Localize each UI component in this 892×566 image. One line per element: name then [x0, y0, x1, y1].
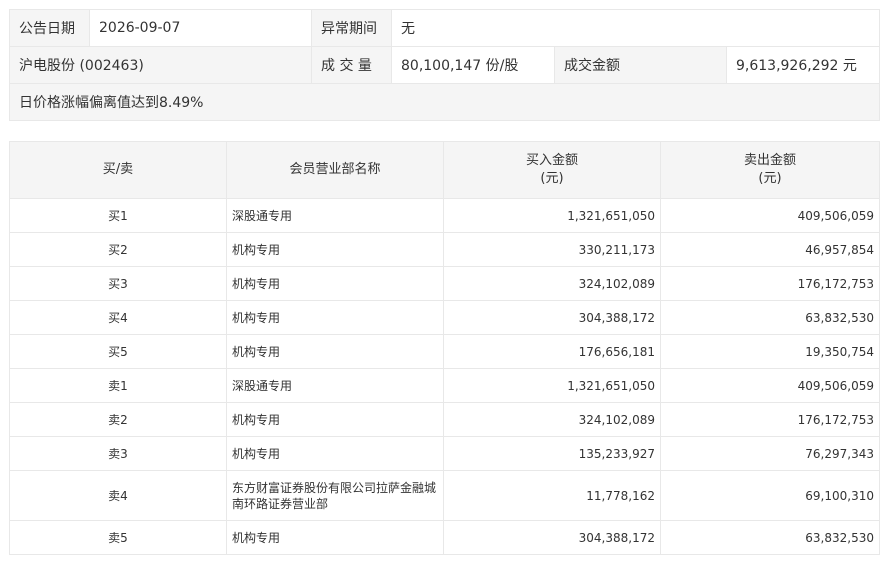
info-row-reason: 日价格涨幅偏离值达到8.49%: [9, 83, 880, 121]
header-buy-unit: (元): [540, 171, 564, 186]
row-buy-amount: 304,388,172: [443, 300, 661, 335]
table-row: 卖5 机构专用 304,388,172 63,832,530: [9, 520, 880, 555]
row-buy-amount: 176,656,181: [443, 334, 661, 369]
row-department: 机构专用: [226, 266, 444, 301]
row-buy-amount: 135,233,927: [443, 436, 661, 471]
page: 公告日期 2026-09-07 异常期间 无 沪电股份 (002463) 成 交…: [0, 0, 892, 566]
header-buy-label: 买入金额: [525, 153, 578, 168]
volume-value: 80,100,147 份/股: [391, 46, 555, 84]
table-row: 买5 机构专用 176,656,181 19,350,754: [9, 334, 880, 369]
abnormal-period-label: 异常期间: [311, 9, 392, 47]
announcement-info-table: 公告日期 2026-09-07 异常期间 无 沪电股份 (002463) 成 交…: [9, 9, 880, 121]
table-row: 买2 机构专用 330,211,173 46,957,854: [9, 232, 880, 267]
row-side: 买3: [9, 266, 227, 301]
row-sell-amount: 409,506,059: [660, 198, 880, 233]
info-row-stock: 沪电股份 (002463) 成 交 量 80,100,147 份/股 成交金额 …: [9, 46, 880, 84]
row-department: 机构专用: [226, 300, 444, 335]
stock-name: 沪电股份 (002463): [9, 46, 312, 84]
header-department: 会员营业部名称: [226, 141, 444, 199]
row-side: 买1: [9, 198, 227, 233]
amount-label: 成交金额: [554, 46, 727, 84]
trading-detail-table: 买/卖 会员营业部名称 买入金额 (元) 卖出金额 (元) 买1 深股通专用 1…: [9, 141, 880, 555]
row-department: 机构专用: [226, 334, 444, 369]
row-department: 机构专用: [226, 520, 444, 555]
header-buy-amount: 买入金额 (元): [443, 141, 661, 199]
listing-reason: 日价格涨幅偏离值达到8.49%: [9, 83, 880, 121]
row-buy-amount: 1,321,651,050: [443, 368, 661, 403]
table-row: 卖1 深股通专用 1,321,651,050 409,506,059: [9, 368, 880, 403]
row-sell-amount: 63,832,530: [660, 300, 880, 335]
row-sell-amount: 409,506,059: [660, 368, 880, 403]
announce-date-label: 公告日期: [9, 9, 90, 47]
row-sell-amount: 63,832,530: [660, 520, 880, 555]
table-row: 买1 深股通专用 1,321,651,050 409,506,059: [9, 198, 880, 233]
table-row: 卖3 机构专用 135,233,927 76,297,343: [9, 436, 880, 471]
table-row: 卖4 东方财富证券股份有限公司拉萨金融城南环路证券营业部 11,778,162 …: [9, 470, 880, 521]
row-department: 机构专用: [226, 232, 444, 267]
header-sell-unit: (元): [758, 171, 782, 186]
row-buy-amount: 324,102,089: [443, 266, 661, 301]
row-buy-amount: 304,388,172: [443, 520, 661, 555]
header-side: 买/卖: [9, 141, 227, 199]
row-buy-amount: 330,211,173: [443, 232, 661, 267]
table-row: 卖2 机构专用 324,102,089 176,172,753: [9, 402, 880, 437]
table-header-row: 买/卖 会员营业部名称 买入金额 (元) 卖出金额 (元): [9, 141, 880, 199]
row-sell-amount: 19,350,754: [660, 334, 880, 369]
table-row: 买4 机构专用 304,388,172 63,832,530: [9, 300, 880, 335]
row-department: 深股通专用: [226, 198, 444, 233]
row-sell-amount: 76,297,343: [660, 436, 880, 471]
info-row-date: 公告日期 2026-09-07 异常期间 无: [9, 9, 880, 47]
row-department: 机构专用: [226, 402, 444, 437]
amount-value: 9,613,926,292 元: [726, 46, 880, 84]
row-buy-amount: 324,102,089: [443, 402, 661, 437]
header-sell-amount: 卖出金额 (元): [660, 141, 880, 199]
volume-label: 成 交 量: [311, 46, 392, 84]
row-sell-amount: 176,172,753: [660, 402, 880, 437]
row-side: 卖2: [9, 402, 227, 437]
row-buy-amount: 11,778,162: [443, 470, 661, 521]
header-sell-label: 卖出金额: [743, 153, 796, 168]
row-buy-amount: 1,321,651,050: [443, 198, 661, 233]
abnormal-period-value: 无: [391, 9, 880, 47]
row-side: 卖4: [9, 470, 227, 521]
announce-date-value: 2026-09-07: [89, 9, 312, 47]
row-department: 东方财富证券股份有限公司拉萨金融城南环路证券营业部: [226, 470, 444, 521]
row-side: 买5: [9, 334, 227, 369]
row-side: 买2: [9, 232, 227, 267]
row-side: 买4: [9, 300, 227, 335]
table-row: 买3 机构专用 324,102,089 176,172,753: [9, 266, 880, 301]
row-sell-amount: 69,100,310: [660, 470, 880, 521]
row-sell-amount: 46,957,854: [660, 232, 880, 267]
row-sell-amount: 176,172,753: [660, 266, 880, 301]
row-side: 卖1: [9, 368, 227, 403]
row-side: 卖5: [9, 520, 227, 555]
row-side: 卖3: [9, 436, 227, 471]
row-department: 深股通专用: [226, 368, 444, 403]
row-department: 机构专用: [226, 436, 444, 471]
